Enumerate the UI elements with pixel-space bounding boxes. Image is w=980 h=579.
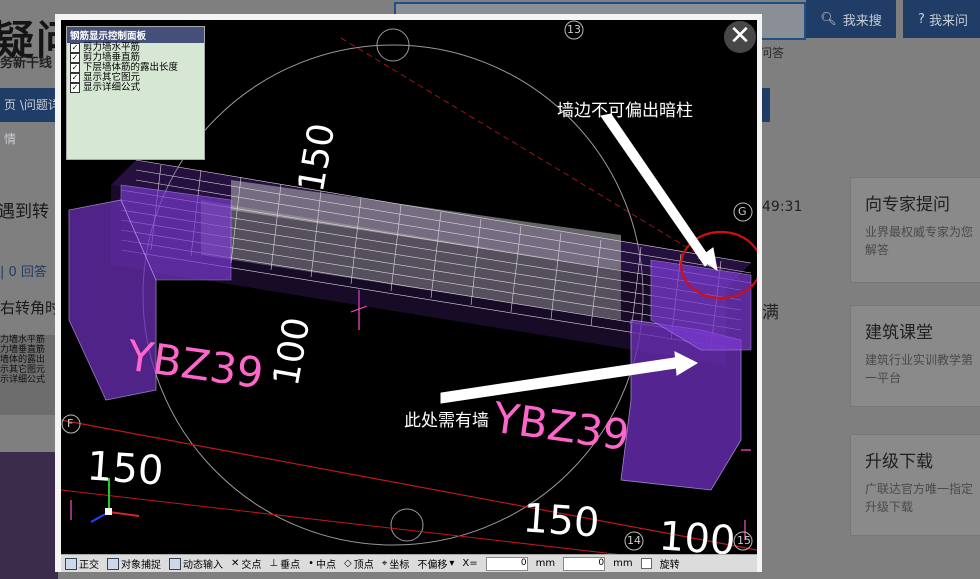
x-label: X= bbox=[462, 558, 478, 569]
checkbox-checked-icon[interactable]: ✓ bbox=[70, 43, 80, 53]
grid-label-g: G bbox=[738, 205, 747, 218]
dim-150-bottom-right: 150 bbox=[521, 495, 601, 547]
question-time: 49:31 bbox=[762, 199, 803, 215]
card-desc: 建筑行业实训教学第一平台 bbox=[865, 353, 974, 385]
thumb-line: 力墙水平筋 bbox=[0, 335, 46, 345]
card-title: 向专家提问 bbox=[865, 195, 950, 215]
card-desc: 广联达官方唯一指定升级下载 bbox=[865, 482, 974, 514]
page-image bbox=[0, 452, 58, 579]
snap-icon bbox=[107, 557, 119, 570]
coordinate-snap[interactable]: ⌖ 坐标 bbox=[382, 556, 410, 571]
annotation-top: 墙边不可偏出暗柱 bbox=[557, 101, 693, 121]
cad-viewport[interactable]: 13 G F 14 15 150 100 YBZ39 YBZ39 150 150… bbox=[61, 20, 757, 564]
thumb-line: 力墙垂直筋 bbox=[0, 345, 46, 355]
view-circle-handle bbox=[390, 508, 424, 542]
ortho-icon bbox=[65, 557, 77, 570]
question-thumbnail[interactable]: 力墙水平筋 力墙垂直筋 墙体的露出 示其它图元 示详细公式 bbox=[0, 335, 60, 415]
search-button[interactable]: 🔍︎ 我来搜 bbox=[806, 0, 896, 38]
dim-150-bottom-left: 150 bbox=[85, 443, 165, 495]
side-card-classroom[interactable]: 建筑课堂 建筑行业实训教学第一平台 bbox=[850, 305, 980, 407]
site-slogan: 务新干线 bbox=[0, 56, 53, 71]
midpoint-icon: • bbox=[308, 558, 315, 569]
annotation-bottom: 此处需有墙 bbox=[404, 411, 489, 431]
checkbox-checked-icon[interactable]: ✓ bbox=[70, 63, 80, 73]
x-input[interactable]: 0 bbox=[485, 556, 528, 571]
midpoint-snap[interactable]: • 中点 bbox=[308, 556, 336, 571]
grid-label-14: 14 bbox=[627, 534, 641, 547]
grid-label-13: 13 bbox=[567, 23, 581, 36]
grid-label-f: F bbox=[67, 417, 74, 430]
coordinate-icon: ⌖ bbox=[381, 558, 388, 569]
checkbox-checked-icon[interactable]: ✓ bbox=[70, 53, 80, 63]
y-unit: mm bbox=[613, 558, 633, 569]
ask-button[interactable]: ? 我来问 bbox=[903, 0, 980, 38]
card-desc: 业界最权威专家为您解答 bbox=[865, 225, 974, 257]
offset-select[interactable]: 不偏移 ▾ bbox=[417, 556, 454, 571]
card-title: 升级下载 bbox=[865, 452, 933, 472]
axis-line bbox=[61, 489, 702, 564]
question-title: 遇到转 bbox=[0, 202, 49, 222]
perpendicular-snap[interactable]: ⊥ 垂点 bbox=[269, 556, 300, 571]
question-tail: 满 bbox=[762, 303, 779, 323]
chevron-down-icon: ▾ bbox=[449, 558, 455, 569]
image-lightbox: 13 G F 14 15 150 100 YBZ39 YBZ39 150 150… bbox=[55, 14, 762, 572]
rebar-display-panel: 钢筋显示控制面板 ✓ 剪力墙水平筋 ✓ 剪力墙垂直筋 ✓ 下层墙体筋的露出长度 ✓ 显示… bbox=[66, 26, 205, 160]
close-button[interactable]: ✕ bbox=[724, 21, 756, 53]
object-snap-toggle[interactable]: 对象捕捉 bbox=[107, 556, 161, 571]
cad-status-bar: 正交 对象捕捉 动态输入 ✕ 交点 ⊥ 垂点 • 中点 ◇ 顶点 ⌖ 坐标 不偏移 ▾ X=… bbox=[61, 554, 757, 572]
rotate-label: 旋转 bbox=[659, 560, 680, 571]
hot-link[interactable]: 问答 bbox=[760, 44, 784, 61]
dynamic-input-icon bbox=[169, 557, 181, 570]
intersection-snap[interactable]: ✕ 交点 bbox=[231, 556, 261, 571]
panel-item-detailed-formula[interactable]: ✓ 显示详细公式 bbox=[67, 83, 204, 93]
x-unit: mm bbox=[535, 558, 556, 569]
vertex-snap[interactable]: ◇ 顶点 bbox=[344, 556, 374, 571]
card-title: 建筑课堂 bbox=[865, 323, 933, 343]
thumb-line: 墙体的露出 bbox=[0, 355, 46, 365]
ortho-toggle[interactable]: 正交 bbox=[65, 556, 99, 571]
dynamic-input-toggle[interactable]: 动态输入 bbox=[169, 556, 223, 571]
side-card-ask-expert[interactable]: 向专家提问 业界最权威专家为您解答 bbox=[850, 177, 980, 283]
search-icon: 🔍︎ bbox=[820, 11, 837, 27]
question-body: 右转角时 bbox=[0, 299, 61, 317]
intersection-icon: ✕ bbox=[231, 558, 240, 569]
vertex-icon: ◇ bbox=[344, 558, 352, 569]
checkbox-checked-icon[interactable]: ✓ bbox=[70, 73, 80, 83]
perpendicular-icon: ⊥ bbox=[269, 558, 279, 569]
panel-title: 钢筋显示控制面板 bbox=[67, 27, 204, 43]
side-card-download[interactable]: 升级下载 广联达官方唯一指定升级下载 bbox=[850, 434, 980, 536]
close-icon: ✕ bbox=[729, 21, 751, 51]
question-icon: ? bbox=[918, 11, 925, 27]
rotate-checkbox[interactable] bbox=[640, 558, 652, 569]
thumb-line: 示其它图元 bbox=[0, 365, 46, 375]
grid-label-15: 15 bbox=[737, 534, 751, 547]
thumb-line: 示详细公式 bbox=[0, 375, 46, 385]
checkbox-checked-icon[interactable]: ✓ bbox=[70, 83, 80, 93]
question-meta: | 0 回答 bbox=[0, 265, 47, 280]
y-input[interactable]: 0 bbox=[563, 556, 606, 571]
